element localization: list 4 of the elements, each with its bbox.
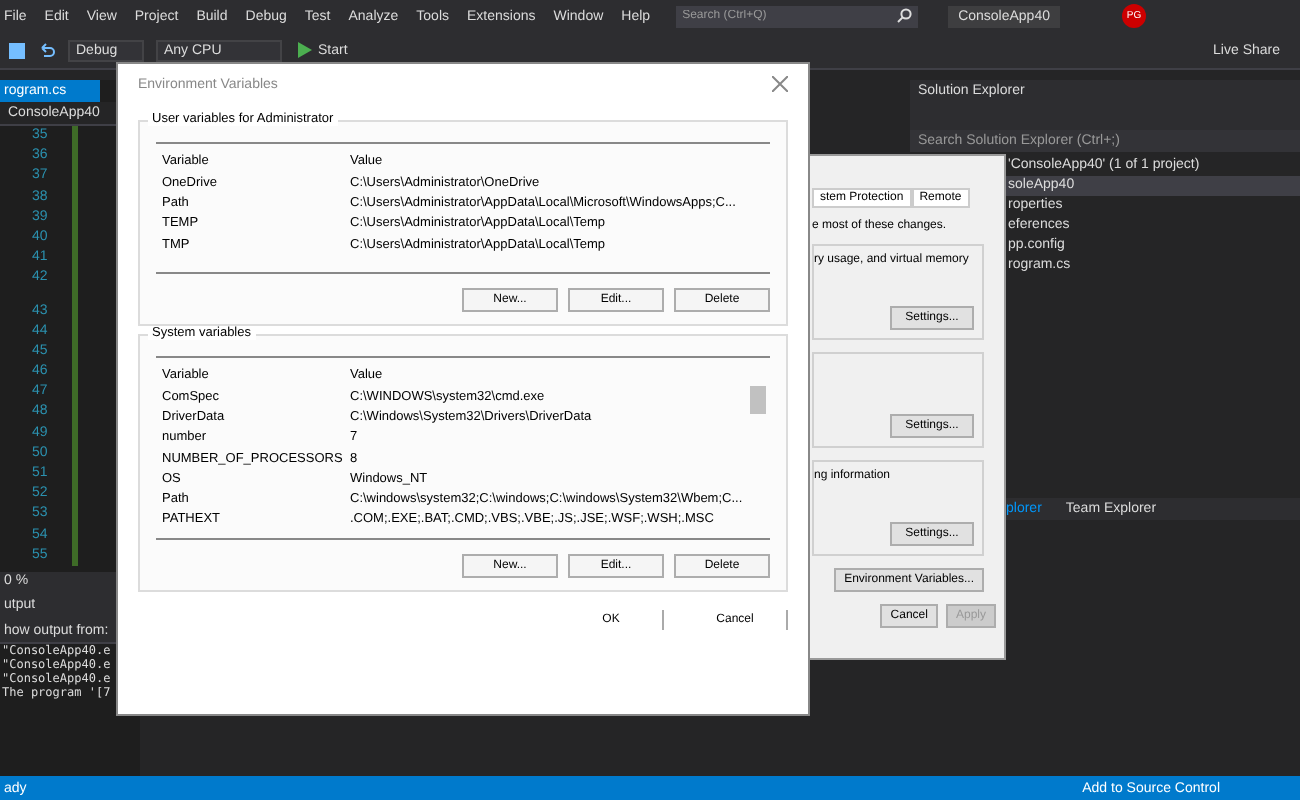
undo-icon[interactable] <box>38 41 56 59</box>
close-icon[interactable] <box>772 76 788 92</box>
play-icon <box>298 42 312 58</box>
search-icon <box>896 8 913 24</box>
